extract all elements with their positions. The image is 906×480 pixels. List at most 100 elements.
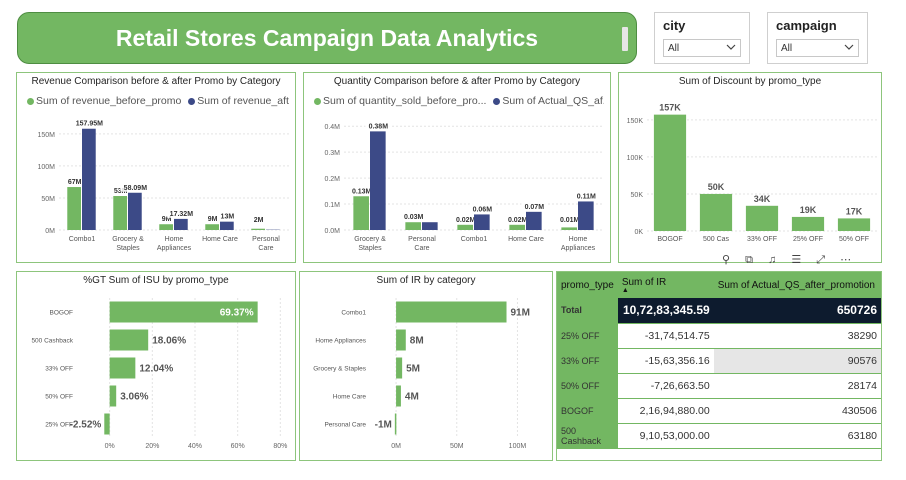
x-tick-label: Staples <box>116 245 140 252</box>
discount-chart-panel[interactable]: Sum of Discount by promo_type 0K 50K 100K 1… <box>618 72 882 263</box>
table-row[interactable]: BOGOF 2,16,94,880.00 430506 <box>557 398 881 424</box>
x-tick-label: Personal <box>408 236 436 243</box>
revenue-legend: Sum of revenue_before_promo Sum of reven… <box>27 95 289 107</box>
data-label: 9M <box>208 216 218 223</box>
data-label: 91M <box>511 308 530 319</box>
y-tick-label: 0.4M <box>324 124 340 131</box>
bar-before <box>509 224 525 230</box>
legend-dot <box>27 97 34 105</box>
x-tick-label: 25% OFF <box>793 236 823 243</box>
slicer-city: city All <box>654 12 750 64</box>
discount-chart: 0K 50K 100K 150K 157K BOGOF 50K 500 Cas 34K 33% O… <box>627 103 877 243</box>
bar <box>396 385 401 407</box>
cell-promo-type: 33% OFF <box>557 348 618 374</box>
data-label: 5M <box>406 364 420 375</box>
cell-promo-type: BOGOF <box>557 398 618 424</box>
data-label: 0.02M <box>456 217 476 224</box>
x-tick-label: Grocery & <box>354 236 386 243</box>
data-label: 3.06% <box>120 392 148 403</box>
x-tick-label: 60% <box>231 443 245 450</box>
ir-chart-panel[interactable]: Sum of IR by category 0M 50M 100M Combo1 91M… <box>299 271 553 461</box>
slicer-campaign-dropdown[interactable]: All <box>776 39 859 57</box>
y-tick-label: 0K <box>634 229 643 236</box>
data-label: 17.32M <box>170 211 194 218</box>
table-total-row[interactable]: Total 10,72,83,345.59 650726 <box>557 298 881 324</box>
data-label: 0.07M <box>525 204 545 211</box>
x-tick-label: Grocery & <box>112 236 144 243</box>
quantity-chart-panel[interactable]: Quantity Comparison before & after Promo… <box>303 72 611 263</box>
bar <box>653 114 687 231</box>
y-tick-label: 150K <box>627 118 644 125</box>
data-label: 19K <box>800 205 817 215</box>
legend-dot <box>188 97 196 105</box>
legend-label: Sum of quantity_sold_before_pro... <box>323 95 487 107</box>
table-row[interactable]: 33% OFF -15,63,356.16 90576 <box>557 348 881 374</box>
bar-after <box>422 222 438 230</box>
cell-promo-type: Total <box>557 298 618 324</box>
table-row[interactable]: 25% OFF -31,74,514.75 38290 <box>557 323 881 349</box>
data-label: 157.95M <box>76 121 103 128</box>
cell-promo-type: 25% OFF <box>557 323 618 349</box>
x-tick-label: Appliances <box>157 245 192 252</box>
cell-sum-ir: -31,74,514.75 <box>617 323 714 349</box>
bar <box>791 216 825 231</box>
data-label: 2M <box>254 217 264 224</box>
data-label: 18.06% <box>152 336 186 347</box>
revenue-chart-panel[interactable]: Revenue Comparison before & after Promo … <box>16 72 296 263</box>
revenue-chart-title: Revenue Comparison before & after Promo … <box>31 76 281 87</box>
data-label: -2.52% <box>70 420 102 431</box>
table-row[interactable]: 50% OFF -7,26,663.50 28174 <box>557 373 881 399</box>
x-tick-label: 0M <box>391 443 401 450</box>
table-row[interactable]: 500 Cashback 9,10,53,000.00 63180 <box>557 423 881 449</box>
cell-sum-ir: 9,10,53,000.00 <box>617 423 714 449</box>
data-label: 67M <box>68 179 82 186</box>
legend-dot <box>493 97 501 105</box>
ir-chart: 0M 50M 100M Combo1 91M Home Appliances 8M Groce… <box>313 298 530 450</box>
data-label: 0.11M <box>577 193 596 200</box>
bar-after <box>128 192 142 230</box>
x-tick-label: Appliances <box>561 245 596 252</box>
sort-up-icon: ▲ <box>621 286 629 294</box>
cell-actual-qs: 38290 <box>713 323 881 349</box>
x-tick-label: 80% <box>273 443 287 450</box>
col-header-actual-qs[interactable]: Sum of Actual_QS_after_promotion <box>713 272 881 298</box>
cell-promo-type: 50% OFF <box>557 373 618 399</box>
isu-chart-panel[interactable]: %GT Sum of ISU by promo_type 0% 20% 40% 60%… <box>16 271 296 461</box>
quantity-chart: 0.0M 0.1M 0.2M 0.3M 0.4M 0.13M 0.38M Grocery & S… <box>324 120 604 252</box>
revenue-chart: 0M50M100M150M67M157.95MCombo153M58.09MGr… <box>37 117 289 252</box>
data-label: 0.03M <box>404 214 424 221</box>
y-tick-label: Home Care <box>333 394 367 401</box>
cell-actual-qs: 430506 <box>713 398 881 424</box>
bar-before <box>353 196 369 230</box>
data-label: 13M <box>221 214 235 221</box>
legend-label: Sum of revenue_aft... <box>197 95 289 107</box>
x-tick-label: 500 Cas <box>703 236 730 243</box>
table-header-row: promo_type Sum of IR ▲ Sum of Actual_QS_a… <box>557 272 881 298</box>
bar <box>396 329 406 351</box>
title-scrollbar[interactable] <box>622 27 628 51</box>
data-label: 58.09M <box>124 185 148 192</box>
y-tick-label: 0.3M <box>324 150 340 157</box>
bar-before <box>405 222 421 230</box>
bar-before <box>205 224 219 230</box>
promo-table-panel[interactable]: promo_type Sum of IR ▲ Sum of Actual_QS_a… <box>556 271 882 461</box>
quantity-legend: Sum of quantity_sold_before_pro... Sum o… <box>314 95 604 107</box>
y-tick-label: 50K <box>631 192 644 199</box>
y-tick-label: 33% OFF <box>45 366 73 373</box>
bar-after <box>578 201 594 230</box>
visual-toolbar[interactable]: ⚲ ⧉ ♫ ☰ ⤢ ⋯ <box>722 253 857 267</box>
x-tick-label: Combo1 <box>461 236 488 243</box>
slicer-city-value: All <box>668 42 680 54</box>
bar-after <box>82 128 96 230</box>
slicer-campaign-value: All <box>781 42 793 54</box>
slicer-city-dropdown[interactable]: All <box>663 39 741 57</box>
col-header-promo-type[interactable]: promo_type <box>557 272 618 298</box>
x-tick-label: Home Care <box>508 236 544 243</box>
data-label: -1M <box>375 420 392 431</box>
col-header-sum-ir[interactable]: Sum of IR ▲ <box>617 272 714 298</box>
cell-sum-ir: 2,16,94,880.00 <box>617 398 714 424</box>
x-tick-label: Home <box>165 236 184 243</box>
data-label: 8M <box>410 336 424 347</box>
x-tick-label: Care <box>414 245 429 252</box>
data-label: 50K <box>708 182 725 192</box>
